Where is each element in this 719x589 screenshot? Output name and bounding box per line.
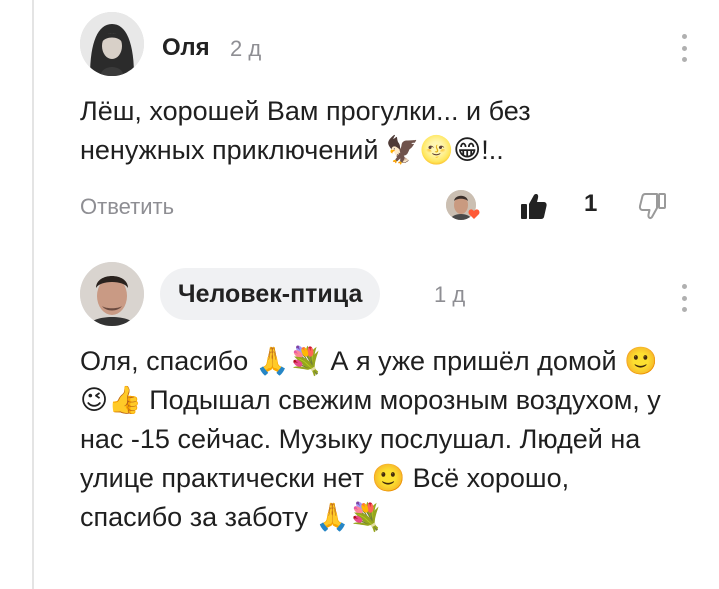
avatar[interactable]: [80, 12, 144, 76]
author-name[interactable]: Человек-птица: [160, 268, 381, 320]
comment-actions: Ответить 1: [80, 184, 689, 234]
heart-icon: [468, 209, 480, 219]
avatar[interactable]: [80, 262, 144, 326]
more-vertical-icon[interactable]: [679, 284, 689, 312]
comment-time: 2 д: [230, 36, 262, 61]
reply-button[interactable]: Ответить: [80, 194, 174, 220]
thumbs-down-icon[interactable]: [637, 190, 669, 222]
like-count: 1: [584, 190, 598, 217]
more-vertical-icon[interactable]: [679, 34, 689, 62]
comment-time: 1 д: [434, 282, 466, 307]
thumbs-up-icon[interactable]: [517, 190, 549, 222]
comment-header: Оля 2 д: [80, 12, 689, 86]
comment-header: Человек-птица 1 д: [80, 262, 689, 336]
comment-text: Лёш, хорошей Вам прогулки... и без ненуж…: [80, 96, 531, 165]
comment-text: Оля, спасибо 🙏💐 А я уже пришёл домой 🙂😉👍…: [80, 346, 661, 532]
comments-page: Оля 2 д Лёш, хорошей Вам прогулки... и б…: [0, 0, 719, 589]
comment: Человек-птица 1 д Оля, спасибо 🙏💐 А я уж…: [80, 262, 689, 537]
thread-line: [32, 0, 34, 589]
author-name[interactable]: Оля: [162, 34, 210, 62]
comment: Оля 2 д Лёш, хорошей Вам прогулки... и б…: [80, 12, 689, 234]
